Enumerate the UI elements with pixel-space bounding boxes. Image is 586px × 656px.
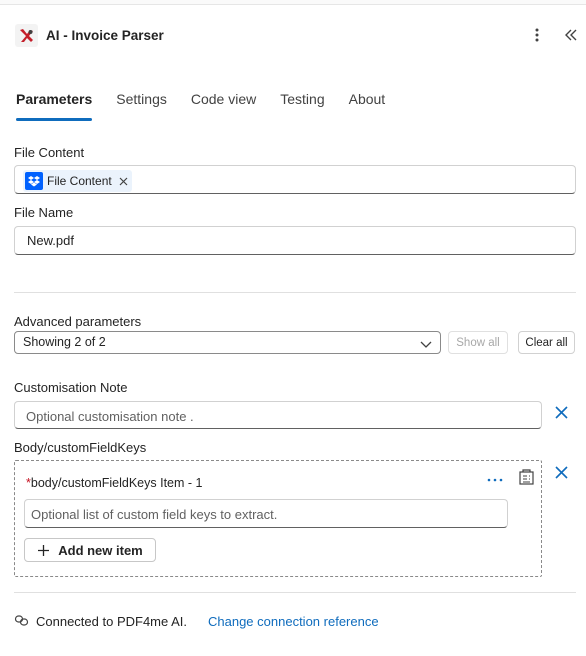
customisation-note-input[interactable]: Optional customisation note .: [14, 401, 542, 429]
array-item-heading: *body/customFieldKeys Item - 1: [26, 476, 202, 490]
more-options-icon[interactable]: [527, 24, 547, 46]
custom-field-keys-placeholder: Optional list of custom field keys to ex…: [31, 507, 278, 522]
remove-token-icon[interactable]: [119, 177, 128, 186]
item-more-options-icon[interactable]: [485, 473, 505, 487]
footer-divider: [14, 592, 576, 593]
custom-field-keys-array-box: *body/customFieldKeys Item - 1 Optional …: [14, 460, 542, 577]
file-content-token[interactable]: File Content: [23, 170, 132, 192]
remove-customisation-note-icon[interactable]: [551, 402, 571, 422]
file-content-field[interactable]: File Content: [14, 165, 576, 194]
collapse-panel-icon[interactable]: [561, 25, 581, 45]
tab-code-view[interactable]: Code view: [191, 91, 256, 121]
file-name-label: File Name: [14, 205, 74, 220]
pdf4me-logo-icon: [15, 24, 38, 47]
customisation-note-placeholder: Optional customisation note .: [26, 409, 194, 424]
change-connection-link[interactable]: Change connection reference: [208, 614, 379, 629]
plus-icon: [38, 544, 50, 556]
add-new-item-button[interactable]: Add new item: [24, 538, 156, 562]
advanced-parameters-label: Advanced parameters: [14, 314, 142, 329]
clear-all-button[interactable]: Clear all: [518, 331, 575, 354]
add-new-item-label: Add new item: [58, 542, 143, 558]
section-divider: [14, 292, 576, 293]
tab-bar: Parameters Settings Code view Testing Ab…: [16, 91, 409, 121]
top-border: [0, 0, 586, 5]
file-name-input[interactable]: New.pdf: [14, 226, 576, 255]
connection-link-icon: [14, 613, 29, 628]
custom-field-keys-item-input[interactable]: Optional list of custom field keys to ex…: [24, 499, 508, 528]
switch-input-mode-icon[interactable]: [517, 468, 535, 486]
array-item-label: body/customFieldKeys Item - 1: [30, 476, 203, 490]
advanced-parameters-dropdown[interactable]: Showing 2 of 2: [14, 331, 441, 354]
tab-settings[interactable]: Settings: [116, 91, 167, 121]
remove-custom-field-keys-icon[interactable]: [551, 462, 571, 482]
tab-about[interactable]: About: [349, 91, 386, 121]
dropbox-icon: [25, 172, 43, 190]
tab-testing[interactable]: Testing: [280, 91, 324, 121]
file-content-label: File Content: [14, 145, 85, 160]
page-title: AI - Invoice Parser: [46, 28, 164, 43]
customisation-note-label: Customisation Note: [14, 380, 128, 395]
show-all-button[interactable]: Show all: [448, 331, 508, 354]
advanced-parameters-selected: Showing 2 of 2: [23, 335, 106, 349]
tab-parameters[interactable]: Parameters: [16, 91, 93, 121]
chevron-down-icon: [420, 338, 432, 352]
custom-field-keys-label: Body/customFieldKeys: [14, 440, 147, 455]
file-content-token-label: File Content: [47, 174, 112, 188]
connected-status-text: Connected to PDF4me AI.: [36, 614, 188, 629]
